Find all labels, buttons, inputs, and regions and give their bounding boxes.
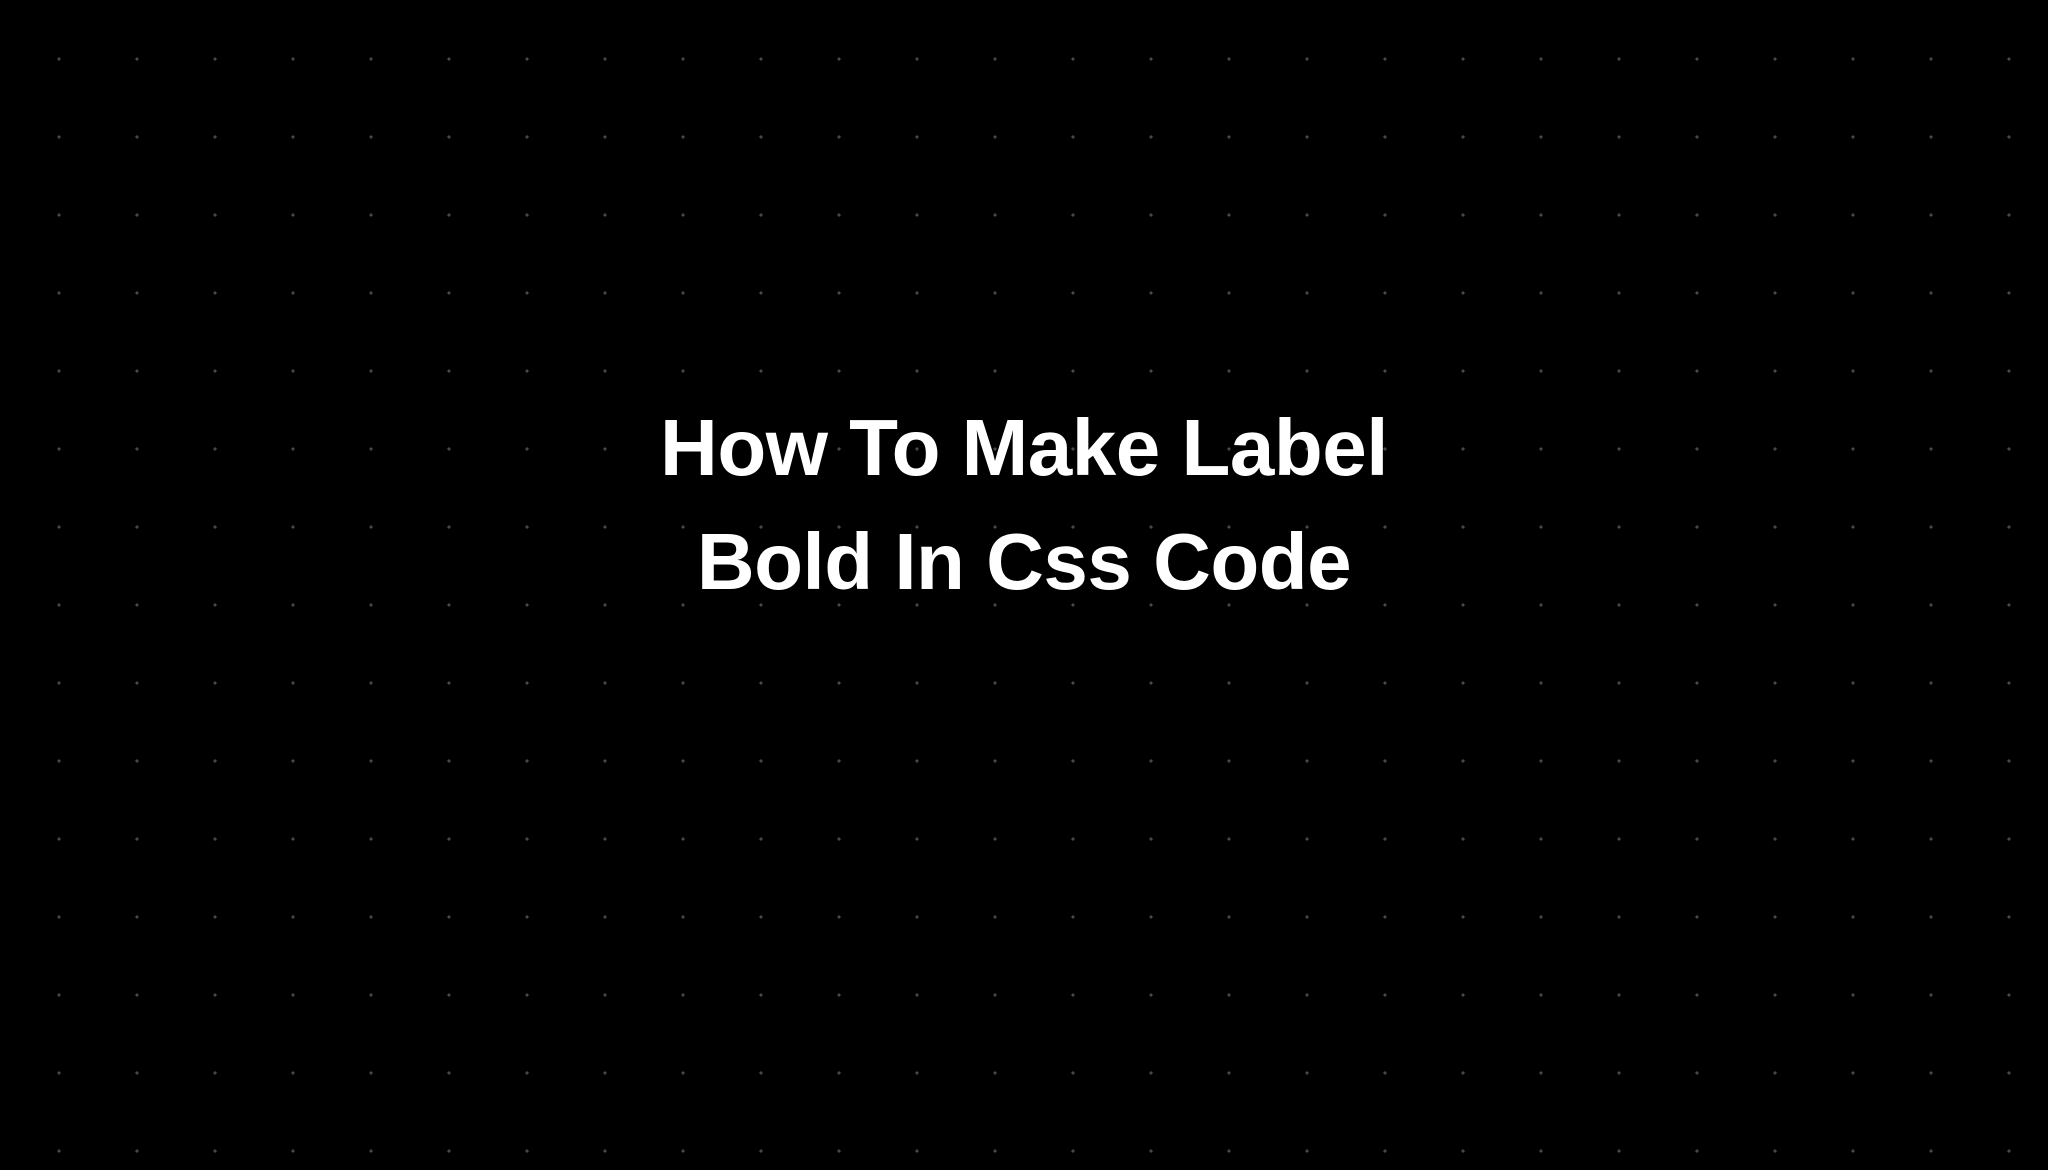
title-line-2: Bold In Css Code [697,517,1351,606]
title-container: How To Make Label Bold In Css Code [660,391,1388,618]
page-title: How To Make Label Bold In Css Code [660,391,1388,618]
title-line-1: How To Make Label [660,403,1388,492]
